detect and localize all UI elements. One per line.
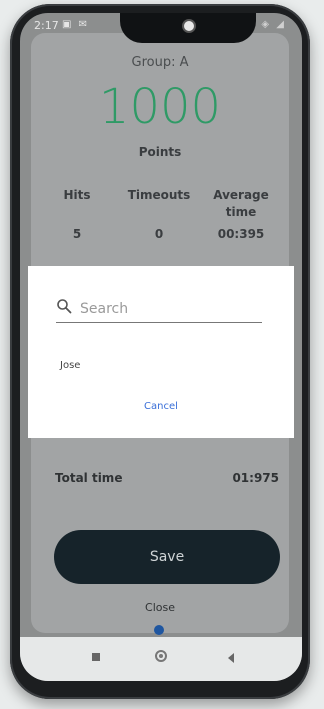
save-button[interactable]: Save xyxy=(54,530,280,584)
back-icon[interactable] xyxy=(228,653,234,663)
stat-average-time: Average time 00:395 xyxy=(199,187,283,241)
status-time: 2:17 xyxy=(34,19,59,32)
notification-icons: ▣ ✉ xyxy=(62,19,90,30)
stat-hits: Hits 5 xyxy=(37,187,117,241)
recents-icon[interactable] xyxy=(92,653,100,661)
search-icon xyxy=(57,299,72,314)
stat-label: Timeouts xyxy=(127,188,191,202)
total-time-label: Total time xyxy=(55,471,123,485)
search-input[interactable] xyxy=(78,296,264,322)
total-time-value: 01:975 xyxy=(232,471,279,485)
home-icon-center xyxy=(159,654,163,658)
stat-value: 5 xyxy=(72,227,82,241)
close-button[interactable]: Close xyxy=(31,601,289,614)
stat-value: 0 xyxy=(154,227,164,241)
stat-timeouts: Timeouts 0 xyxy=(119,187,199,241)
group-label: Group: A xyxy=(131,55,189,70)
camera-icon xyxy=(182,19,196,33)
search-dialog: Jose Cancel xyxy=(28,266,294,438)
screen: 2:17 ▣ ✉ ✱ ◈ ◢ Group: A 1000 Points Hits… xyxy=(20,13,302,681)
stat-label: Average time xyxy=(213,188,269,219)
stat-label: Hits xyxy=(63,188,91,202)
cancel-button[interactable]: Cancel xyxy=(28,401,294,412)
stat-value: 00:395 xyxy=(217,227,265,241)
search-field[interactable] xyxy=(56,296,264,323)
home-icon[interactable] xyxy=(155,650,167,662)
points-value: 1000 xyxy=(98,79,222,135)
page-indicator-dot xyxy=(154,625,164,635)
system-nav-bar xyxy=(20,637,302,681)
points-label: Points xyxy=(138,145,182,159)
camera-notch xyxy=(120,13,256,43)
list-item[interactable]: Jose xyxy=(60,360,80,371)
